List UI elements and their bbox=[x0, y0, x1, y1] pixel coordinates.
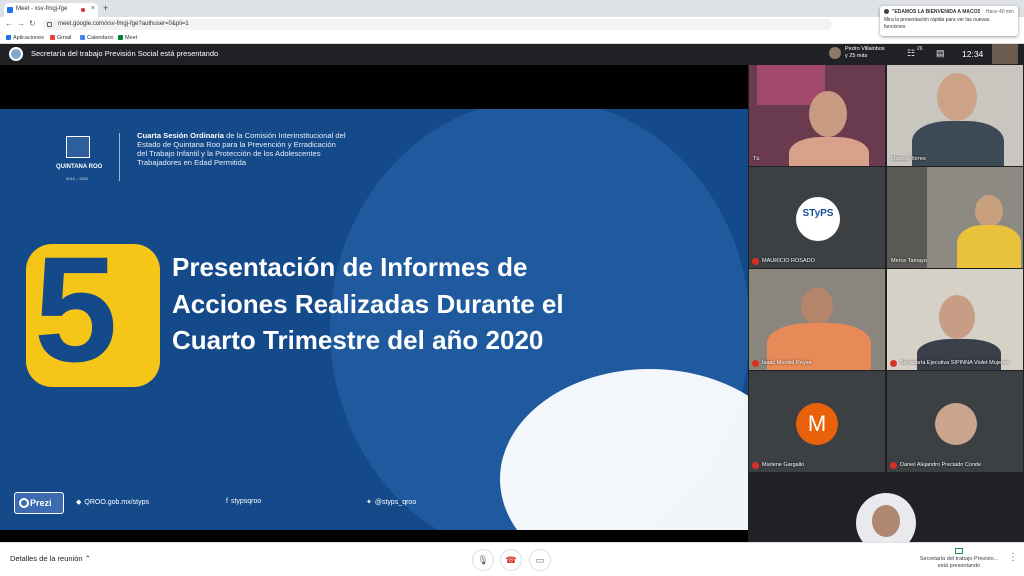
participant-tile[interactable]: Tú bbox=[749, 65, 885, 166]
globe-icon: ◆ bbox=[76, 499, 82, 506]
chevron-up-icon: ⌃ bbox=[84, 554, 91, 563]
participant-tile[interactable]: Secretaría Ejecutiva SIPINNA Violet Muje… bbox=[887, 269, 1023, 370]
notification-title: "EDAMOS LA BIENVENIDA A MACOS... bbox=[892, 9, 980, 15]
gmail-icon bbox=[50, 35, 55, 40]
participant-tile[interactable]: Marcos Torres bbox=[887, 65, 1023, 166]
address-bar[interactable]: meet.google.com/xsv-fmgj-fge?authuser=0&… bbox=[42, 19, 832, 30]
self-view-thumbnail[interactable] bbox=[992, 44, 1018, 64]
mic-off-icon bbox=[752, 360, 759, 367]
chat-icon[interactable]: ▤ bbox=[936, 48, 945, 59]
mic-off-icon bbox=[890, 462, 897, 469]
bookmarks-bar: Aplicaciones Gmail Calendario Meet bbox=[0, 32, 1024, 44]
facebook-handle: f stypsqroo bbox=[226, 498, 262, 505]
people-icon[interactable]: ☷ bbox=[907, 48, 915, 59]
browser-chrome: Meet - xsv-fmgj-fge × + ← → ↻ meet.googl… bbox=[0, 0, 1024, 44]
prezi-badge: Prezi bbox=[14, 492, 64, 514]
url-text: meet.google.com/xsv-fmgj-fge?authuser=0&… bbox=[58, 21, 189, 27]
camera-button[interactable]: ▭ bbox=[529, 549, 551, 571]
clock: 12:34 bbox=[962, 49, 984, 59]
bookmark-calendar[interactable]: Calendario bbox=[80, 35, 114, 41]
calendar-icon bbox=[80, 35, 85, 40]
mic-off-icon bbox=[752, 462, 759, 469]
recording-dot-icon bbox=[81, 8, 85, 12]
presenting-label: Secretaría del trabajo Previsión Social … bbox=[31, 49, 219, 58]
styps-logo: STyPS bbox=[796, 197, 840, 241]
participants-count: 26 bbox=[917, 46, 923, 52]
apps-icon bbox=[6, 35, 11, 40]
meeting-details-button[interactable]: Detalles de la reunión ⌃ bbox=[10, 554, 91, 563]
system-notification[interactable]: "EDAMOS LA BIENVENIDA A MACOS... Hace 40… bbox=[880, 6, 1018, 36]
present-screen-icon bbox=[955, 548, 963, 554]
participant-tile[interactable] bbox=[784, 473, 988, 542]
avatar: M bbox=[796, 403, 838, 445]
presenter-avatar bbox=[9, 47, 23, 61]
notification-body: Mira la presentación rápida para ver las… bbox=[884, 17, 990, 30]
notification-app-icon bbox=[884, 9, 889, 14]
twitter-handle: ✦ @styps_qroo bbox=[366, 499, 417, 506]
quintana-roo-logo: QUINTANA ROO 2016 – 2022 bbox=[56, 136, 114, 184]
presentation-slide: QUINTANA ROO 2016 – 2022 Cuarta Sesión O… bbox=[0, 109, 748, 530]
tab-title: Meet - xsv-fmgj-fge bbox=[16, 6, 68, 12]
participant-tile[interactable]: Isaac Montiel Reyes bbox=[749, 269, 885, 370]
header-divider bbox=[119, 133, 120, 181]
bookmark-gmail[interactable]: Gmail bbox=[50, 35, 71, 41]
website-link: ◆ QROO.gob.mx/styps bbox=[76, 499, 149, 506]
participant-tile[interactable]: Merce Tamayo bbox=[887, 167, 1023, 268]
bookmark-meet[interactable]: Meet bbox=[118, 35, 137, 41]
twitter-icon: ✦ bbox=[366, 499, 372, 506]
mic-off-icon bbox=[890, 360, 897, 367]
browser-toolbar: ← → ↻ meet.google.com/xsv-fmgj-fge?authu… bbox=[0, 17, 1024, 32]
participant-tile[interactable]: Daniel Alejandro Preciado Conde bbox=[887, 371, 1023, 472]
participant-tile[interactable]: STyPS MAURICIO ROSADO bbox=[749, 167, 885, 268]
meet-top-bar: Secretaría del trabajo Previsión Social … bbox=[0, 44, 1024, 65]
prezi-icon bbox=[19, 498, 29, 508]
new-tab-button[interactable]: + bbox=[103, 3, 108, 13]
mic-off-icon bbox=[752, 258, 759, 265]
end-call-button[interactable]: ☎ bbox=[500, 549, 522, 571]
bookmark-apps[interactable]: Aplicaciones bbox=[6, 35, 44, 41]
participant-grid: Tú Marcos Torres STyPS MAURICIO ROSADO M… bbox=[748, 65, 1024, 542]
reload-icon[interactable]: ↻ bbox=[29, 19, 36, 28]
microphone-button[interactable]: 🎙 bbox=[472, 549, 494, 571]
avatar bbox=[935, 403, 977, 445]
session-number-badge: 5 bbox=[26, 234, 160, 387]
forward-icon[interactable]: → bbox=[17, 19, 25, 28]
lock-icon bbox=[47, 22, 52, 27]
facebook-icon: f bbox=[226, 498, 228, 505]
meeting-controls-bar: Detalles de la reunión ⌃ 🎙 ☎ ▭ Secretarí… bbox=[0, 542, 1024, 576]
crest-icon bbox=[66, 136, 90, 158]
slide-title: Presentación de Informes de Acciones Rea… bbox=[172, 252, 564, 356]
avatar bbox=[829, 47, 841, 59]
presentation-stage: QUINTANA ROO 2016 – 2022 Cuarta Sesión O… bbox=[0, 65, 748, 542]
participants-summary[interactable]: Pedro Villalobos y 25 más bbox=[829, 46, 885, 61]
more-options-icon[interactable]: ⋮ bbox=[1008, 552, 1018, 563]
close-tab-icon[interactable]: × bbox=[91, 5, 95, 12]
meet-icon bbox=[118, 35, 123, 40]
notification-time: Hace 40 min bbox=[985, 9, 1014, 15]
presenting-status-button[interactable]: Secretaría del trabajo Previsio... está … bbox=[918, 548, 1000, 570]
browser-tab[interactable]: Meet - xsv-fmgj-fge × bbox=[4, 3, 98, 17]
meet-favicon-icon bbox=[7, 7, 13, 13]
participant-tile[interactable]: M Marlene Gargallo bbox=[749, 371, 885, 472]
slide-header-text: Cuarta Sesión Ordinaria de la Comisión I… bbox=[137, 131, 346, 168]
back-icon[interactable]: ← bbox=[5, 19, 13, 28]
